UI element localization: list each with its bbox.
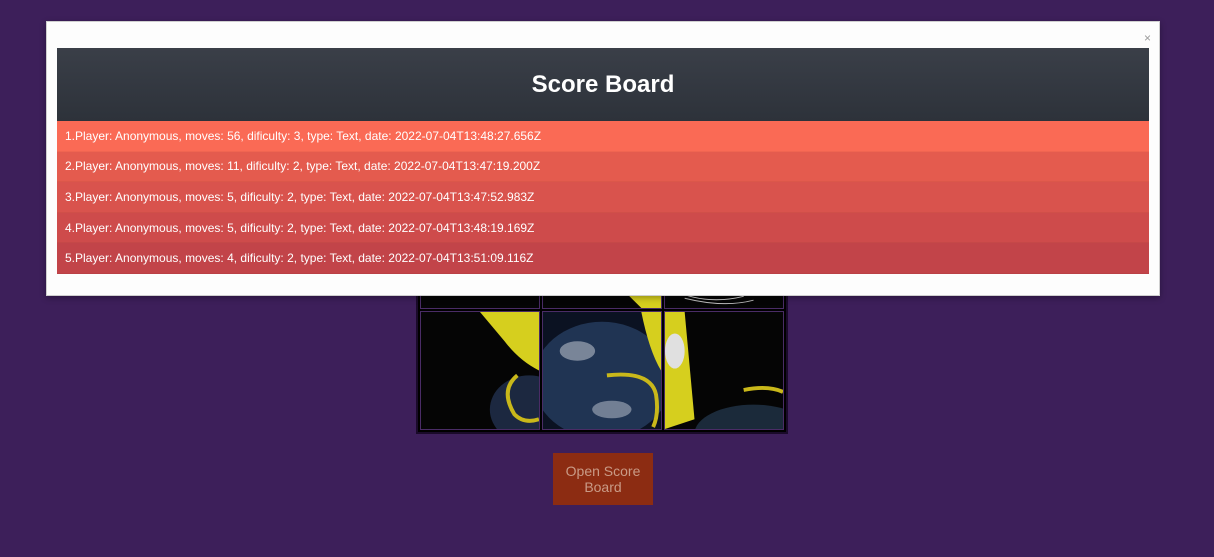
puzzle-tile[interactable] xyxy=(420,311,540,430)
score-board-modal: × Score Board 1.Player: Anonymous, moves… xyxy=(46,21,1160,296)
score-board-header: Score Board xyxy=(57,48,1149,121)
score-entry: 4.Player: Anonymous, moves: 5, dificulty… xyxy=(57,212,1149,244)
score-entry: 2.Player: Anonymous, moves: 11, dificult… xyxy=(57,151,1149,183)
score-entry: 1.Player: Anonymous, moves: 56, dificult… xyxy=(57,121,1149,152)
score-board-title: Score Board xyxy=(531,70,675,98)
open-score-board-button[interactable]: Open Score Board xyxy=(553,453,653,505)
score-entry: 5.Player: Anonymous, moves: 4, dificulty… xyxy=(57,243,1149,274)
score-list: 1.Player: Anonymous, moves: 56, dificult… xyxy=(57,121,1149,274)
close-icon[interactable]: × xyxy=(1144,32,1151,44)
puzzle-tile[interactable] xyxy=(542,311,662,430)
puzzle-tile[interactable] xyxy=(664,311,784,430)
score-entry: 3.Player: Anonymous, moves: 5, dificulty… xyxy=(57,182,1149,213)
